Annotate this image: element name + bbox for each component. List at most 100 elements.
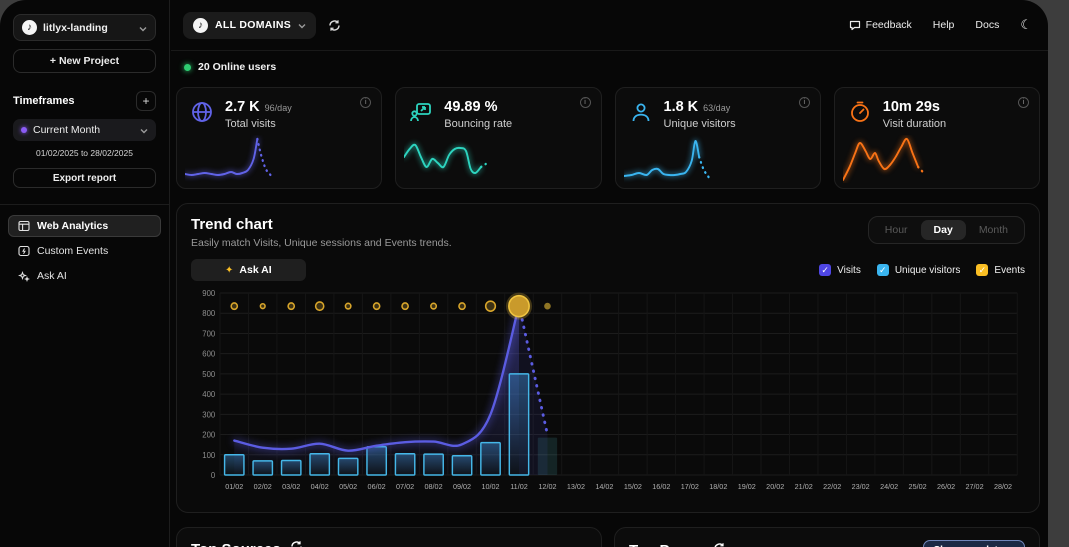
svg-text:23/02: 23/02: [852, 482, 870, 491]
timeframe-value: Current Month: [33, 124, 100, 136]
stat-per-day: 63/day: [703, 103, 730, 113]
stat-per-day: 96/day: [265, 103, 292, 113]
legend-visits[interactable]: ✓Visits: [819, 264, 861, 276]
sidebar-item-ask-ai[interactable]: Ask AI: [8, 265, 161, 287]
sidebar-divider: [0, 204, 169, 205]
online-dot-icon: [184, 64, 191, 71]
bounce-icon: [408, 99, 434, 125]
project-name: litlyx-landing: [43, 22, 108, 34]
domain-selector[interactable]: ♪ ALL DOMAINS: [183, 12, 316, 39]
stat-label: Total visits: [225, 118, 292, 130]
ask-ai-button[interactable]: ✦ Ask AI: [191, 259, 306, 281]
top-pages-title: Top Pages: [629, 542, 704, 547]
svg-text:500: 500: [202, 370, 216, 379]
litlyx-logo-icon: ♪: [22, 20, 37, 35]
svg-text:09/02: 09/02: [453, 482, 471, 491]
info-icon[interactable]: i: [1018, 97, 1029, 108]
info-icon[interactable]: i: [580, 97, 591, 108]
legend-events[interactable]: ✓Events: [976, 264, 1025, 276]
refresh-icon[interactable]: [290, 540, 303, 547]
svg-text:300: 300: [202, 410, 216, 419]
feedback-link[interactable]: Feedback: [849, 19, 912, 31]
stat-card-bouncing-rate: 49.89 % Bouncing rate i: [395, 87, 601, 189]
svg-text:28/02: 28/02: [994, 482, 1012, 491]
stat-label: Unique visitors: [664, 118, 736, 130]
svg-text:12/02: 12/02: [538, 482, 556, 491]
sparkles-icon: [17, 270, 30, 282]
export-report-button[interactable]: Export report: [13, 168, 156, 188]
svg-text:06/02: 06/02: [368, 482, 386, 491]
granularity-day[interactable]: Day: [921, 220, 966, 240]
svg-text:11/02: 11/02: [510, 482, 528, 491]
stat-value: 10m 29s: [883, 99, 940, 115]
project-selector[interactable]: ♪ litlyx-landing: [13, 14, 156, 41]
litlyx-logo-icon: ♪: [193, 18, 208, 33]
svg-text:800: 800: [202, 309, 216, 318]
sidebar: ♪ litlyx-landing + New Project Timeframe…: [0, 0, 170, 547]
stat-label: Bouncing rate: [444, 118, 512, 130]
top-pages-card: Top Pages Show raw data ↗: [614, 527, 1040, 547]
help-link[interactable]: Help: [933, 19, 955, 31]
globe-icon: [189, 99, 215, 125]
svg-text:15/02: 15/02: [624, 482, 642, 491]
stat-card-total-visits: 2.7 K 96/day Total visits i: [176, 87, 382, 189]
layout-icon: [17, 220, 30, 232]
svg-text:900: 900: [202, 289, 216, 298]
checkbox-checked-icon[interactable]: ✓: [877, 264, 889, 276]
svg-text:07/02: 07/02: [396, 482, 414, 491]
top-sources-card: Top Sources: [176, 527, 602, 547]
stat-card-unique-visitors: 1.8 K 63/day Unique visitors i: [615, 87, 821, 189]
trend-chart-subtitle: Easily match Visits, Unique sessions and…: [191, 237, 452, 249]
svg-text:14/02: 14/02: [595, 482, 613, 491]
timeframe-dot-icon: [21, 127, 27, 133]
stat-card-visit-duration: 10m 29s Visit duration i: [834, 87, 1040, 189]
svg-text:03/02: 03/02: [282, 482, 300, 491]
sidebar-item-label: Ask AI: [37, 270, 67, 282]
refresh-icon[interactable]: [328, 19, 341, 32]
svg-text:25/02: 25/02: [909, 482, 927, 491]
trend-chart-title: Trend chart: [191, 216, 452, 233]
granularity-toggle: HourDayMonth: [868, 216, 1025, 244]
show-raw-data-button[interactable]: Show raw data ↗: [923, 540, 1025, 547]
info-icon[interactable]: i: [360, 97, 371, 108]
chat-bubble-icon: [849, 19, 861, 31]
svg-text:16/02: 16/02: [652, 482, 670, 491]
legend-unique-visitors[interactable]: ✓Unique visitors: [877, 264, 961, 276]
online-users-status: 20 Online users: [184, 61, 1040, 73]
svg-text:26/02: 26/02: [937, 482, 955, 491]
checkbox-checked-icon[interactable]: ✓: [819, 264, 831, 276]
topbar: ♪ ALL DOMAINS Feedback H: [171, 0, 1048, 51]
timeframe-range: 01/02/2025 to 28/02/2025: [0, 148, 169, 158]
main-area: ♪ ALL DOMAINS Feedback H: [171, 0, 1048, 547]
svg-text:22/02: 22/02: [823, 482, 841, 491]
trend-chart-card: Trend chart Easily match Visits, Unique …: [176, 203, 1040, 513]
sidebar-item-custom-events[interactable]: Custom Events: [8, 240, 161, 262]
domain-label: ALL DOMAINS: [215, 19, 291, 31]
sidebar-item-label: Web Analytics: [37, 220, 108, 232]
svg-text:0: 0: [211, 471, 216, 480]
sparkle-icon: ✦: [225, 265, 233, 276]
stat-label: Visit duration: [883, 118, 946, 130]
refresh-icon[interactable]: [713, 542, 726, 547]
new-project-button[interactable]: + New Project: [13, 49, 156, 73]
granularity-hour[interactable]: Hour: [872, 220, 921, 240]
timeframe-select[interactable]: Current Month: [13, 119, 156, 141]
docs-link[interactable]: Docs: [975, 19, 999, 31]
top-sources-title: Top Sources: [191, 541, 281, 547]
add-timeframe-button[interactable]: +: [136, 91, 156, 111]
sidebar-item-web-analytics[interactable]: Web Analytics: [8, 215, 161, 237]
online-users-label: 20 Online users: [198, 61, 276, 73]
dark-mode-toggle-icon[interactable]: ☾: [1020, 17, 1032, 33]
sidebar-nav: Web Analytics Custom Events Ask AI: [0, 215, 169, 287]
info-icon[interactable]: i: [799, 97, 810, 108]
checkbox-checked-icon[interactable]: ✓: [976, 264, 988, 276]
svg-text:08/02: 08/02: [425, 482, 443, 491]
trend-chart-plot[interactable]: 010020030040050060070080090001/0202/0203…: [191, 287, 1025, 512]
svg-text:400: 400: [202, 390, 216, 399]
svg-text:18/02: 18/02: [709, 482, 727, 491]
svg-text:10/02: 10/02: [481, 482, 499, 491]
event-square-icon: [17, 245, 30, 257]
svg-text:13/02: 13/02: [567, 482, 585, 491]
granularity-month[interactable]: Month: [966, 220, 1021, 240]
svg-text:04/02: 04/02: [311, 482, 329, 491]
